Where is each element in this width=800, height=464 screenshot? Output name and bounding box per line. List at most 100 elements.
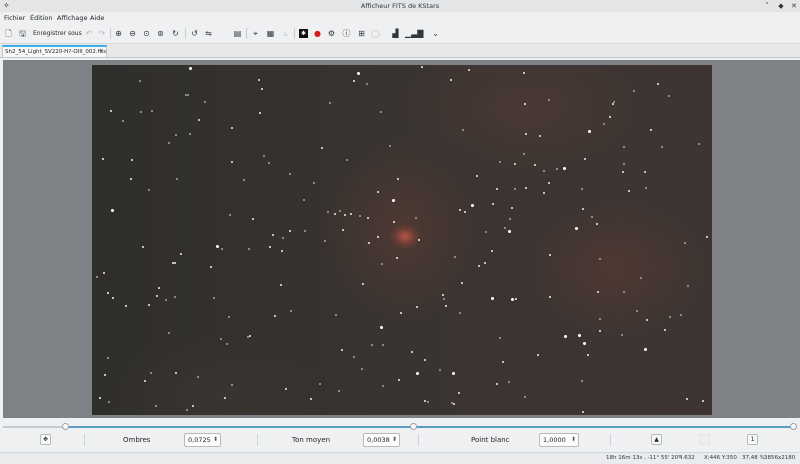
- object-detect-icon[interactable]: ⚙: [326, 28, 337, 39]
- crosshair-icon[interactable]: ⌖: [250, 28, 261, 39]
- star: [366, 83, 368, 85]
- rotate-left-icon[interactable]: ↺: [189, 28, 200, 39]
- star: [290, 310, 292, 312]
- star: [319, 383, 321, 385]
- star: [621, 334, 623, 336]
- star: [664, 329, 666, 331]
- main-toolbar: 🗋 🖫 Enregistrer sous ↶ ↷ ⊕ ⊖ ⊙ ⊛ ↻ ↺ ⇋ ▤…: [0, 24, 800, 44]
- controls-separator: [84, 434, 85, 446]
- star: [491, 250, 493, 252]
- statistics-icon[interactable]: ▤: [232, 28, 243, 39]
- zoom-out-icon[interactable]: ⊖: [127, 28, 138, 39]
- star: [612, 103, 614, 105]
- page-button[interactable]: 1: [747, 434, 758, 445]
- image-viewport[interactable]: [3, 60, 800, 418]
- shadows-handle[interactable]: [62, 423, 69, 430]
- menu-aide[interactable]: Aide: [90, 12, 104, 24]
- star: [415, 217, 417, 219]
- marker-icon[interactable]: ▵: [280, 28, 291, 39]
- star: [339, 210, 341, 212]
- midtones-spinbox[interactable]: 0,0038 ⬍: [363, 433, 400, 447]
- midtones-value: 0,0038: [367, 436, 390, 444]
- menu-fichier[interactable]: Fichier: [4, 12, 25, 24]
- star: [459, 312, 461, 314]
- record-icon[interactable]: ●: [312, 28, 323, 39]
- zoom-default-icon[interactable]: ⊙: [141, 28, 152, 39]
- star: [112, 297, 114, 299]
- status-bar: 18h 16m 13s , -11° 55' 20" 4.632 X:446 Y…: [0, 452, 800, 464]
- info-icon[interactable]: ⓘ: [341, 28, 352, 39]
- star: [342, 229, 344, 231]
- star: [461, 282, 463, 284]
- toggle-button[interactable]: [699, 434, 710, 445]
- zoom-fit-icon[interactable]: ⊛: [155, 28, 166, 39]
- star: [421, 66, 423, 68]
- fits-image[interactable]: [92, 65, 712, 415]
- star: [304, 230, 306, 232]
- star: [329, 102, 331, 104]
- status-coordinates: 18h 16m 13s , -11° 55' 20": [606, 455, 681, 461]
- window-title: Afficheur FITS de KStars: [360, 2, 440, 10]
- star: [107, 357, 109, 359]
- white-point-handle[interactable]: [790, 423, 797, 430]
- rotate-icon[interactable]: ↻: [170, 28, 181, 39]
- levels-icon[interactable]: ▁▃▇: [405, 28, 423, 39]
- menu-affichage[interactable]: Affichage: [57, 12, 88, 24]
- star: [220, 338, 222, 340]
- maximize-button[interactable]: ◆: [776, 0, 786, 12]
- zoom-in-icon[interactable]: ⊕: [113, 28, 124, 39]
- minimize-button[interactable]: ˅: [762, 0, 772, 12]
- undo-icon[interactable]: ↶: [84, 28, 94, 39]
- save-icon[interactable]: 🖫: [17, 28, 28, 39]
- midtones-handle[interactable]: [410, 423, 417, 430]
- star: [353, 80, 355, 82]
- star: [575, 227, 578, 230]
- toolbar-separator: [246, 28, 247, 39]
- star: [263, 155, 265, 157]
- controls-separator: [610, 434, 611, 446]
- spin-arrows-icon[interactable]: ⬍: [571, 434, 576, 446]
- star: [416, 372, 419, 375]
- star: [198, 119, 200, 121]
- star: [603, 123, 605, 125]
- shadows-spinbox[interactable]: 0,0725 ⬍: [184, 433, 221, 447]
- auto-stretch-icon[interactable]: ✥: [40, 434, 51, 445]
- star: [224, 397, 226, 399]
- stretch-slider[interactable]: [3, 423, 797, 430]
- menu-edition[interactable]: Édition: [30, 12, 53, 24]
- star: [509, 218, 511, 220]
- histogram-icon[interactable]: ▟: [390, 28, 401, 39]
- star: [261, 88, 263, 90]
- star: [125, 305, 127, 307]
- star: [445, 305, 447, 307]
- midtones-label: Ton moyen: [292, 436, 331, 444]
- star: [393, 221, 395, 223]
- star: [249, 335, 251, 337]
- hips-overlay-icon[interactable]: ◯: [370, 28, 381, 39]
- star: [221, 248, 223, 250]
- star: [452, 372, 455, 375]
- open-file-icon[interactable]: 🗋: [3, 28, 14, 39]
- star: [180, 253, 182, 255]
- tab-close-icon[interactable]: ×: [99, 47, 104, 57]
- spin-arrows-icon[interactable]: ⬍: [213, 434, 218, 446]
- flip-icon[interactable]: ⇋: [203, 28, 214, 39]
- star: [499, 337, 501, 339]
- star: [584, 158, 586, 160]
- grid-icon[interactable]: ▦: [265, 28, 276, 39]
- histogram-stretch-icon[interactable]: ▲: [651, 434, 662, 445]
- star: [462, 129, 464, 131]
- tab-fits-file[interactable]: Sh2_54_Light_SV220-H?-OIII_002.fits ×: [2, 45, 107, 57]
- redo-icon[interactable]: ↷: [97, 28, 107, 39]
- save-as-button[interactable]: Enregistrer sous: [33, 28, 82, 39]
- spin-arrows-icon[interactable]: ⬍: [392, 434, 397, 446]
- more-tools-chevron-down-icon[interactable]: ⌄: [430, 28, 441, 39]
- star: [111, 209, 114, 212]
- close-window-button[interactable]: ✕: [789, 0, 799, 12]
- white-point-spinbox[interactable]: 1,0000 ⬍: [539, 433, 579, 447]
- stars-icon[interactable]: ✱: [298, 28, 309, 39]
- star: [148, 189, 150, 191]
- star: [537, 354, 539, 356]
- star: [274, 315, 276, 317]
- eq-grid-icon[interactable]: ⊞: [356, 28, 367, 39]
